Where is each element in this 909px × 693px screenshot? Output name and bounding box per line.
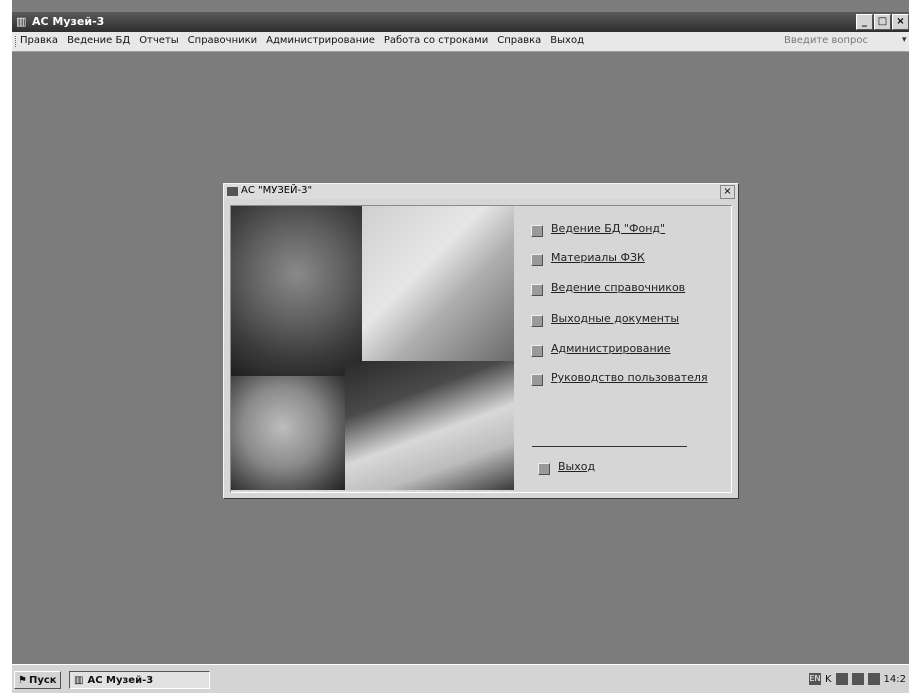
keyboard-icon[interactable]: K [825, 674, 832, 685]
app-title-bar[interactable]: ▥ AC Музей-3 _ □ × [12, 12, 909, 32]
system-tray: EN K 14:2 [806, 670, 909, 688]
nav-item-administration[interactable]: Администрирование [531, 342, 731, 358]
nav-item-label[interactable]: Ведение БД "Фонд" [551, 222, 665, 235]
dialog-close-button[interactable]: × [720, 185, 735, 199]
window-controls: _ □ × [856, 14, 909, 30]
nav-button[interactable] [531, 284, 543, 296]
nav-item-label[interactable]: Ведение справочников [551, 281, 685, 294]
menu-exit[interactable]: Выход [550, 35, 584, 46]
nav-item-label[interactable]: Руководство пользователя [551, 371, 708, 384]
close-button[interactable]: × [892, 14, 909, 30]
dialog-title-bar[interactable]: АС "МУЗЕЙ-3" × [224, 184, 738, 199]
language-icon[interactable]: EN [808, 673, 821, 685]
dialog-body: Ведение БД "Фонд" Материалы ФЗК Ведение … [230, 205, 732, 493]
separator-line [532, 446, 687, 447]
start-button[interactable]: ⚑ Пуск [14, 671, 61, 689]
nav-item-references[interactable]: Ведение справочников [531, 281, 731, 297]
nav-button[interactable] [531, 315, 543, 327]
menu-edit[interactable]: Правка [20, 35, 58, 46]
menu-reports[interactable]: Отчеты [139, 35, 178, 46]
menu-bar: Правка Ведение БД Отчеты Справочники Адм… [12, 32, 909, 52]
museum-icon: ▥ [74, 674, 84, 686]
nav-button[interactable] [531, 345, 543, 357]
network-icon[interactable] [867, 673, 880, 685]
taskbar-app-button[interactable]: ▥ AC Музей-3 [69, 671, 210, 689]
menu-database[interactable]: Ведение БД [67, 35, 130, 46]
question-input[interactable]: Введите вопрос [784, 35, 884, 46]
nav-item-output-documents[interactable]: Выходные документы [531, 312, 731, 328]
menu-items: Правка Ведение БД Отчеты Справочники Адм… [20, 35, 584, 46]
form-icon [227, 187, 238, 196]
dialog-title: АС "МУЗЕЙ-3" [241, 185, 313, 196]
speaker-icon[interactable] [851, 673, 864, 685]
nav-item-materials[interactable]: Материалы ФЗК [531, 251, 731, 267]
minimize-button[interactable]: _ [856, 14, 873, 30]
maximize-button[interactable]: □ [874, 14, 891, 30]
ornate-book-photo [231, 376, 345, 490]
exit-button[interactable] [538, 463, 550, 475]
main-dialog: АС "МУЗЕЙ-3" × Ведение БД "Фонд" Материа… [223, 183, 739, 499]
chevron-down-icon[interactable]: ▾ [902, 35, 907, 45]
monitor-icon[interactable] [835, 673, 848, 685]
nav-button[interactable] [531, 225, 543, 237]
exit-item[interactable]: Выход [538, 460, 638, 476]
menu-help[interactable]: Справка [497, 35, 541, 46]
toolbar-grip[interactable] [15, 36, 18, 47]
desktop-background: ▥ AC Музей-3 _ □ × Правка Ведение БД Отч… [12, 0, 909, 664]
windows-flag-icon: ⚑ [18, 674, 27, 686]
start-label: Пуск [28, 674, 57, 686]
taskbar-app-label: AC Музей-3 [87, 674, 154, 686]
menu-administration[interactable]: Администрирование [266, 35, 375, 46]
menu-references[interactable]: Справочники [188, 35, 258, 46]
nav-item-label[interactable]: Выходные документы [551, 312, 679, 325]
nav-item-user-guide[interactable]: Руководство пользователя [531, 371, 731, 387]
clock-time[interactable]: 14:2 [884, 674, 906, 685]
menu-rows[interactable]: Работа со строками [384, 35, 488, 46]
open-manuscript-photo [362, 206, 514, 361]
nav-item-label[interactable]: Материалы ФЗК [551, 251, 645, 264]
nav-button[interactable] [531, 254, 543, 266]
exit-label[interactable]: Выход [558, 460, 595, 473]
app-title: AC Музей-3 [32, 15, 105, 28]
nav-item-database-fond[interactable]: Ведение БД "Фонд" [531, 222, 731, 238]
open-book-photo [345, 361, 514, 490]
book-cover-photo [231, 206, 362, 376]
nav-item-label[interactable]: Администрирование [551, 342, 671, 355]
museum-icon: ▥ [16, 15, 27, 28]
taskbar: ⚑ Пуск ▥ AC Музей-3 EN K 14:2 [12, 664, 909, 693]
nav-button[interactable] [531, 374, 543, 386]
